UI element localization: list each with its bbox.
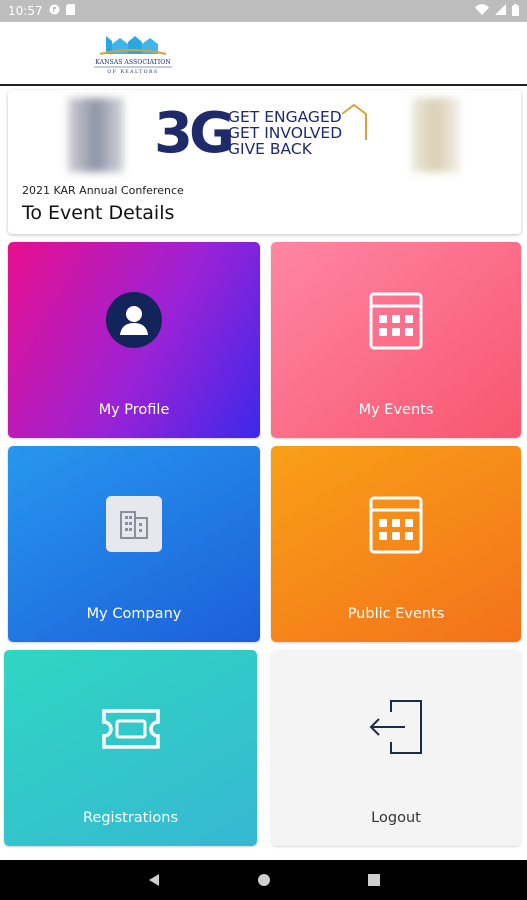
recents-icon[interactable] [363,869,385,891]
registrations-tile[interactable]: Registrations [4,650,257,846]
calendar-icon [369,496,423,558]
my-events-label: My Events [358,402,434,418]
my-company-label: My Company [86,606,182,622]
sd-card-icon [65,4,75,18]
logo-text-bottom: OF REALTORS [107,69,158,75]
signal-icon [495,4,506,18]
public-events-label: Public Events [347,606,445,622]
app-header: KANSAS ASSOCIATION OF REALTORS [0,22,527,86]
logout-label: Logout [371,810,421,826]
logout-tile[interactable]: Logout [271,650,521,846]
back-icon[interactable] [143,869,165,891]
brand-mark: 3G [154,101,231,162]
public-events-tile[interactable]: Public Events [271,446,521,642]
event-details-link[interactable]: To Event Details [22,202,174,224]
kar-logo: KANSAS ASSOCIATION OF REALTORS [90,32,176,78]
conference-brand-graphic: 3G GET ENGAGED GET INVOLVED GIVE BACK [154,101,367,162]
tagline-3: GIVE BACK [228,140,313,158]
my-company-tile[interactable]: My Company [8,446,260,642]
logo-text-top: KANSAS ASSOCIATION [95,59,171,66]
registrations-label: Registrations [83,810,178,826]
house-outline-icon [341,103,367,140]
notification-icon [49,4,60,18]
banner-image-right [412,98,460,172]
status-bar: 10:57 [0,0,527,22]
my-profile-tile[interactable]: My Profile [8,242,260,438]
my-profile-label: My Profile [98,402,170,418]
ticket-icon [101,708,161,754]
my-events-tile[interactable]: My Events [271,242,521,438]
event-banner-card[interactable]: 3G GET ENGAGED GET INVOLVED GIVE BACK 20… [8,90,521,234]
banner-image-left [68,98,124,172]
building-icon [106,496,162,556]
system-navigation-bar [0,860,527,900]
battery-icon [512,3,519,19]
calendar-icon [369,292,423,354]
logout-icon [367,698,425,760]
logo-skyline [99,36,167,55]
home-icon[interactable] [253,869,275,891]
user-avatar-icon [106,292,162,352]
conference-name: 2021 KAR Annual Conference [22,184,184,197]
wifi-icon [475,4,489,18]
status-time: 10:57 [8,4,43,18]
